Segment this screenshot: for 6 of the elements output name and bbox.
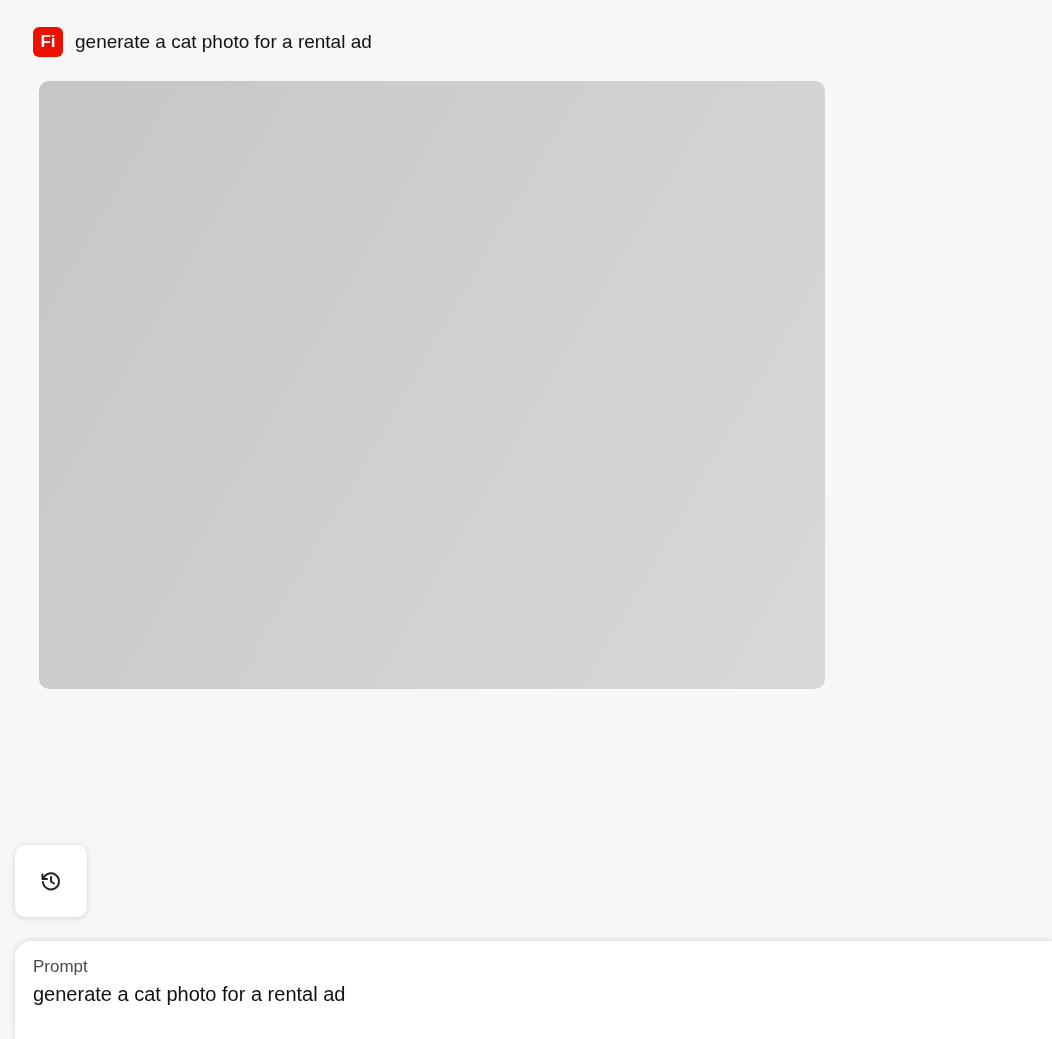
app-logo: Fi bbox=[33, 27, 63, 57]
history-icon bbox=[39, 869, 63, 893]
prompt-title: generate a cat photo for a rental ad bbox=[75, 31, 372, 53]
prompt-label: Prompt bbox=[33, 957, 89, 977]
prompt-field[interactable]: generate a cat photo for a rental ad bbox=[33, 983, 533, 1013]
history-button[interactable] bbox=[15, 845, 87, 917]
